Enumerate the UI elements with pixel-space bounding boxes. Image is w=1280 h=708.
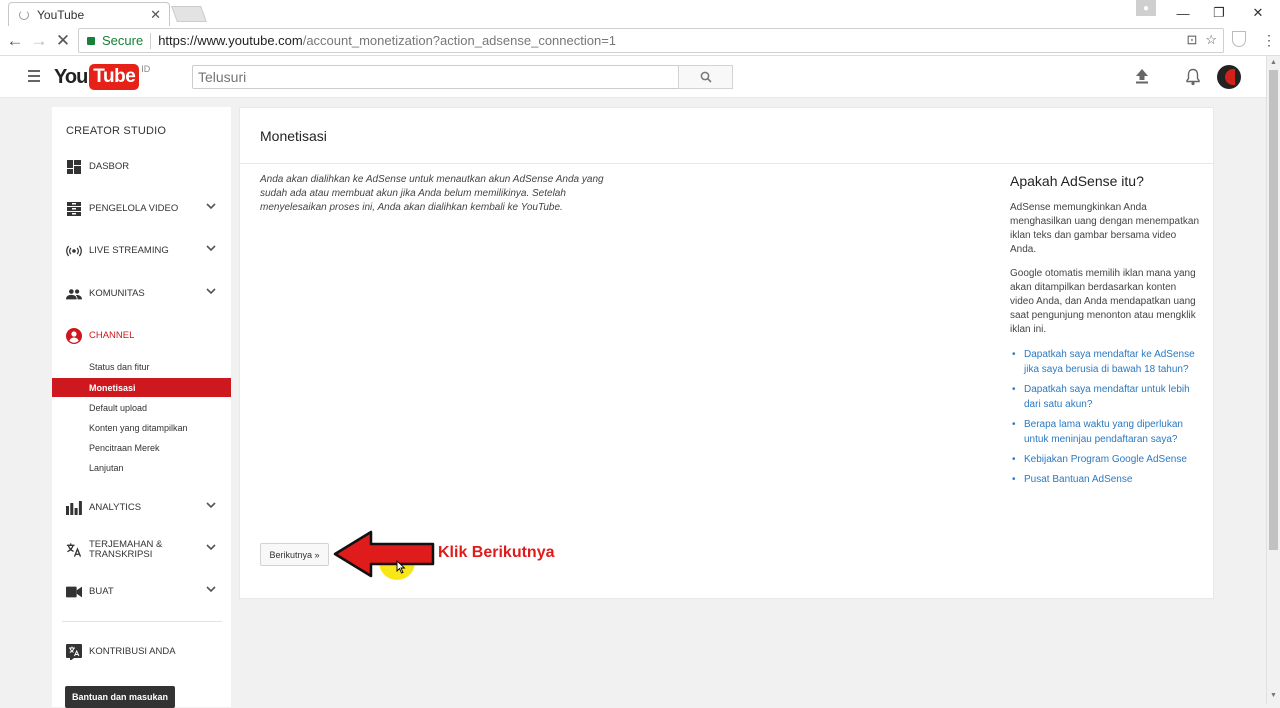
chevron-down-icon[interactable] (206, 501, 216, 509)
sidebar-divider (62, 621, 222, 622)
browser-tab[interactable]: YouTube ✕ (8, 2, 170, 26)
new-tab-button[interactable] (171, 6, 207, 22)
red-arrow-icon (333, 530, 435, 578)
monetization-card: Monetisasi Anda akan dialihkan ke AdSens… (239, 107, 1215, 599)
sidebar-item-pengelola-video[interactable]: PENGELOLA VIDEO (52, 198, 231, 220)
help-link[interactable]: Dapatkah saya mendaftar untuk lebih dari… (1010, 382, 1200, 412)
hamburger-menu-icon[interactable] (28, 70, 40, 85)
sidebar-item-dasbor[interactable]: DASBOR (52, 156, 231, 178)
analytics-icon (66, 500, 82, 516)
secure-label: Secure (102, 33, 144, 48)
help-link[interactable]: Pusat Bantuan AdSense (1010, 472, 1200, 487)
chevron-down-icon[interactable] (206, 543, 216, 551)
browser-tab-bar: YouTube ✕ ● — ❐ ✕ (0, 0, 1280, 26)
avatar[interactable] (1217, 65, 1241, 89)
sidebar-subitem-pencitraan-merek[interactable]: Pencitraan Merek (52, 438, 231, 457)
minimize-icon[interactable]: — (1165, 0, 1201, 26)
sidebar-title: CREATOR STUDIO (66, 125, 167, 137)
chevron-down-icon[interactable] (206, 244, 216, 252)
scroll-down-icon[interactable]: ▼ (1270, 692, 1277, 699)
sidebar-item-analytics[interactable]: ANALYTICS (52, 497, 231, 519)
adsense-info-panel: Apakah AdSense itu? AdSense memungkinkan… (1010, 173, 1200, 492)
sidebar-subitem-default-upload[interactable]: Default upload (52, 398, 231, 417)
help-link[interactable]: Kebijakan Program Google AdSense (1010, 452, 1200, 467)
aside-title: Apakah AdSense itu? (1010, 173, 1144, 189)
search-input[interactable] (192, 65, 679, 89)
community-icon (66, 286, 82, 302)
restore-icon[interactable]: ❐ (1201, 0, 1237, 26)
sidebar-item-kontribusi[interactable]: KONTRIBUSI ANDA (52, 641, 231, 663)
chevron-down-icon[interactable] (206, 202, 216, 210)
translate-page-icon[interactable]: ⊡ (1186, 32, 1197, 48)
url-host: https://www.youtube.com (158, 33, 303, 48)
user-profile-icon[interactable]: ● (1136, 0, 1156, 16)
help-link[interactable]: Berapa lama waktu yang diperlukan untuk … (1010, 417, 1200, 447)
country-code: ID (141, 64, 151, 74)
sidebar-item-buat[interactable]: BUAT (52, 581, 231, 603)
lock-icon (87, 36, 95, 45)
chevron-down-icon[interactable] (206, 287, 216, 295)
creator-studio-sidebar: CREATOR STUDIO DASBOR PENGELOLA VIDEO LI… (52, 107, 231, 708)
url-field[interactable]: Secure https://www.youtube.com/account_m… (78, 28, 1224, 53)
channel-icon (66, 328, 82, 344)
page-scrollbar[interactable]: ▲ ▼ (1266, 56, 1280, 704)
contribution-icon (66, 644, 82, 660)
help-link[interactable]: Dapatkah saya mendaftar ke AdSense jika … (1010, 347, 1200, 377)
sidebar-subitem-status[interactable]: Status dan fitur (52, 357, 231, 376)
forward-icon[interactable]: → (28, 30, 50, 52)
create-icon (66, 584, 82, 600)
intro-text: Anda akan dialihkan ke AdSense untuk men… (260, 174, 604, 213)
tab-title: YouTube (37, 7, 85, 22)
loading-spinner-icon (19, 9, 29, 20)
browser-menu-icon[interactable]: ⋮ (1262, 32, 1276, 49)
upload-icon[interactable] (1134, 68, 1150, 84)
sidebar-item-terjemahan[interactable]: TERJEMAHAN & TRANSKRIPSI (52, 539, 231, 561)
url-path: /account_monetization?action_adsense_con… (302, 33, 617, 48)
tab-close-icon[interactable]: ✕ (150, 7, 161, 23)
scroll-up-icon[interactable]: ▲ (1270, 59, 1277, 66)
chevron-down-icon[interactable] (206, 585, 216, 593)
address-bar: ← → ✕ Secure https://www.youtube.com/acc… (0, 26, 1280, 56)
sidebar-subitem-monetisasi[interactable]: Monetisasi (52, 378, 231, 397)
sidebar-item-komunitas[interactable]: KOMUNITAS (52, 283, 231, 305)
sidebar-subitem-konten[interactable]: Konten yang ditampilkan (52, 418, 231, 437)
mouse-cursor-icon (396, 560, 406, 574)
dashboard-icon (66, 159, 82, 175)
page-title: Monetisasi (260, 128, 327, 144)
notification-bell-icon[interactable] (1185, 68, 1201, 86)
search-button[interactable] (678, 65, 733, 89)
bookmark-star-icon[interactable]: ☆ (1205, 32, 1217, 48)
youtube-logo[interactable]: You Tube ID (54, 64, 150, 90)
aside-paragraph: Google otomatis memilih iklan mana yang … (1010, 268, 1196, 335)
title-divider (240, 163, 1215, 164)
help-links-list: Dapatkah saya mendaftar ke AdSense jika … (1010, 347, 1200, 487)
close-window-icon[interactable]: ✕ (1240, 0, 1276, 26)
video-manager-icon (66, 201, 82, 217)
annotation-label: Klik Berikutnya (438, 544, 555, 561)
extension-shield-icon[interactable] (1232, 31, 1246, 47)
sidebar-item-channel[interactable]: CHANNEL (52, 325, 231, 347)
youtube-header: You Tube ID (0, 56, 1266, 98)
search-icon (700, 71, 712, 83)
sidebar-subitem-lanjutan[interactable]: Lanjutan (52, 458, 231, 477)
next-button[interactable]: Berikutnya » (260, 543, 329, 566)
sidebar-item-live-streaming[interactable]: LIVE STREAMING (52, 240, 231, 262)
stop-loading-icon[interactable]: ✕ (52, 30, 74, 52)
back-icon[interactable]: ← (4, 30, 26, 52)
help-feedback-button[interactable]: Bantuan dan masukan (65, 686, 175, 708)
live-icon (66, 243, 82, 259)
aside-paragraph: AdSense memungkinkan Anda menghasilkan u… (1010, 202, 1200, 255)
scroll-thumb[interactable] (1269, 70, 1278, 550)
translate-icon (66, 542, 82, 558)
